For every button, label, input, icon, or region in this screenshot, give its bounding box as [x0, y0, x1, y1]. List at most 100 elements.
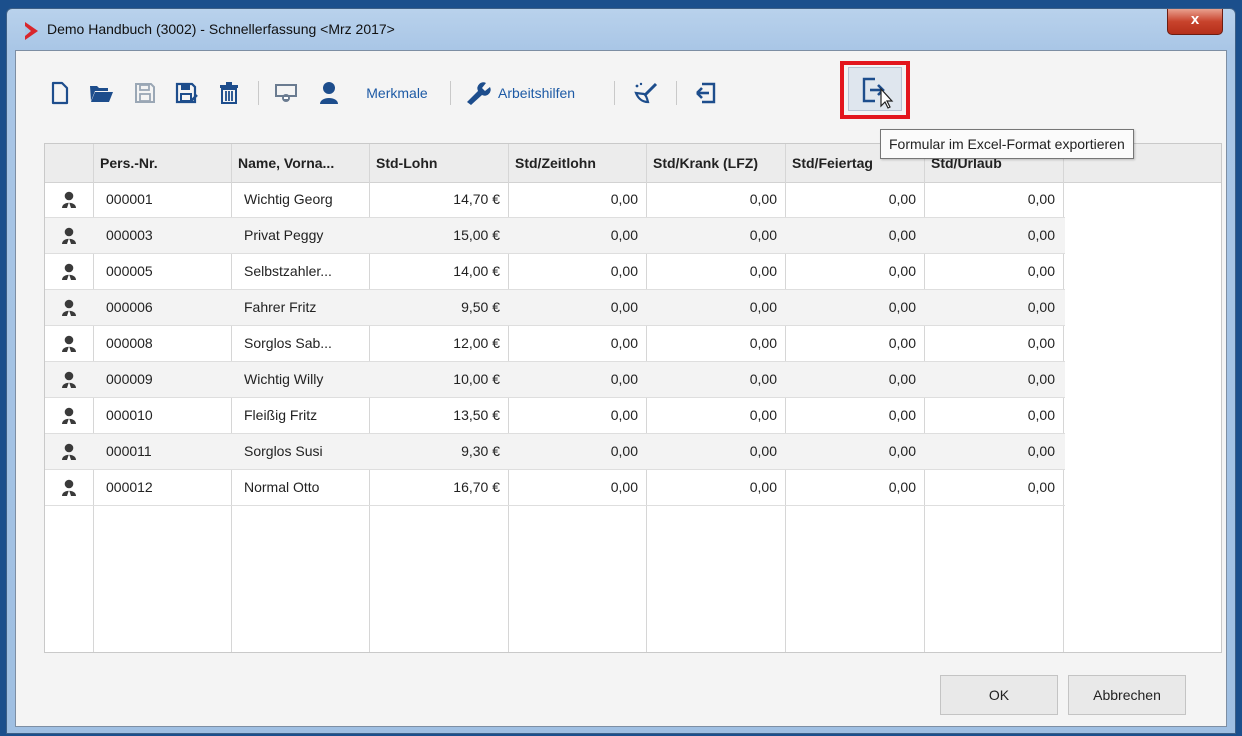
- cell-name[interactable]: Privat Peggy: [231, 218, 369, 253]
- column-header[interactable]: Std-Lohn: [369, 144, 508, 182]
- table-row[interactable]: 000003 Privat Peggy 15,00 €0,00 0,00 0,00 0,0…: [45, 218, 1065, 254]
- table-row[interactable]: 000008 Sorglos Sab... 12,00 €0,00 0,00 0,00 0…: [45, 326, 1065, 362]
- cell-lohn[interactable]: 16,70 €: [369, 470, 508, 505]
- cell-zeit[interactable]: 0,00: [508, 398, 646, 433]
- cell-feiertag[interactable]: 0,00: [785, 254, 924, 289]
- employee-table: Pers.-Nr. Name, Vorna... Std-Lohn Std/Zeitl…: [44, 143, 1222, 653]
- toolbar-separator: [450, 81, 451, 105]
- cell-urlaub[interactable]: 0,00: [924, 326, 1063, 361]
- title-bar[interactable]: Demo Handbuch (3002) - Schnellerfassung …: [7, 9, 1235, 49]
- cell-zeit[interactable]: 0,00: [508, 362, 646, 397]
- cell-krank[interactable]: 0,00: [646, 398, 785, 433]
- cell-zeit[interactable]: 0,00: [508, 470, 646, 505]
- cell-name[interactable]: Wichtig Georg: [231, 182, 369, 217]
- cell-zeit[interactable]: 0,00: [508, 434, 646, 469]
- cell-feiertag[interactable]: 0,00: [785, 470, 924, 505]
- cell-zeit[interactable]: 0,00: [508, 290, 646, 325]
- cell-zeit[interactable]: 0,00: [508, 182, 646, 217]
- cell-nr[interactable]: 000005: [93, 254, 231, 289]
- cell-krank[interactable]: 0,00: [646, 434, 785, 469]
- cell-nr[interactable]: 000010: [93, 398, 231, 433]
- cell-urlaub[interactable]: 0,00: [924, 470, 1063, 505]
- cell-lohn[interactable]: 12,00 €: [369, 326, 508, 361]
- cell-krank[interactable]: 0,00: [646, 362, 785, 397]
- close-button[interactable]: x: [1167, 9, 1223, 35]
- cell-lohn[interactable]: 9,50 €: [369, 290, 508, 325]
- cell-name[interactable]: Normal Otto: [231, 470, 369, 505]
- cell-zeit[interactable]: 0,00: [508, 218, 646, 253]
- cell-feiertag[interactable]: 0,00: [785, 398, 924, 433]
- cell-krank[interactable]: 0,00: [646, 218, 785, 253]
- cell-zeit[interactable]: 0,00: [508, 254, 646, 289]
- table-row[interactable]: 000009 Wichtig Willy 10,00 €0,00 0,00 0,00 0,…: [45, 362, 1065, 398]
- cell-lohn[interactable]: 9,30 €: [369, 434, 508, 469]
- cell-zeit[interactable]: 0,00: [508, 326, 646, 361]
- cell-nr[interactable]: 000011: [93, 434, 231, 469]
- employee-icon: [45, 470, 93, 505]
- cell-name[interactable]: Selbstzahler...: [231, 254, 369, 289]
- cell-urlaub[interactable]: 0,00: [924, 398, 1063, 433]
- column-header[interactable]: Name, Vorna...: [231, 144, 369, 182]
- cell-feiertag[interactable]: 0,00: [785, 290, 924, 325]
- table-row[interactable]: 000010 Fleißig Fritz 13,50 €0,00 0,00 0,00 0,…: [45, 398, 1065, 434]
- column-header[interactable]: Std/Krank (LFZ): [646, 144, 785, 182]
- delete-button[interactable]: [214, 79, 244, 107]
- column-header[interactable]: [45, 144, 93, 182]
- new-document-button[interactable]: [46, 79, 74, 107]
- column-header[interactable]: Std/Zeitlohn: [508, 144, 646, 182]
- cell-krank[interactable]: 0,00: [646, 182, 785, 217]
- table-row[interactable]: 000012 Normal Otto 16,70 €0,00 0,00 0,00 0,00: [45, 470, 1065, 506]
- cell-lohn[interactable]: 15,00 €: [369, 218, 508, 253]
- merkmale-button[interactable]: Merkmale: [356, 79, 438, 107]
- dialog-client-area: Merkmale Arbeitshilfen Formular im Excel…: [15, 50, 1227, 727]
- cell-urlaub[interactable]: 0,00: [924, 254, 1063, 289]
- employee-icon: [45, 326, 93, 361]
- cell-feiertag[interactable]: 0,00: [785, 218, 924, 253]
- cell-name[interactable]: Sorglos Sab...: [231, 326, 369, 361]
- cell-name[interactable]: Wichtig Willy: [231, 362, 369, 397]
- cell-nr[interactable]: 000008: [93, 326, 231, 361]
- cell-feiertag[interactable]: 0,00: [785, 434, 924, 469]
- table-row[interactable]: 000001 Wichtig Georg 14,70 €0,00 0,00 0,00 0,…: [45, 182, 1065, 218]
- cell-feiertag[interactable]: 0,00: [785, 326, 924, 361]
- cell-krank[interactable]: 0,00: [646, 290, 785, 325]
- cell-name[interactable]: Fahrer Fritz: [231, 290, 369, 325]
- clean-button[interactable]: [626, 79, 666, 107]
- cell-urlaub[interactable]: 0,00: [924, 362, 1063, 397]
- import-button[interactable]: [688, 79, 724, 107]
- arbeitshilfen-button[interactable]: Arbeitshilfen: [464, 79, 600, 107]
- cell-name[interactable]: Sorglos Susi: [231, 434, 369, 469]
- cell-feiertag[interactable]: 0,00: [785, 362, 924, 397]
- cell-urlaub[interactable]: 0,00: [924, 290, 1063, 325]
- cell-urlaub[interactable]: 0,00: [924, 434, 1063, 469]
- cell-krank[interactable]: 0,00: [646, 470, 785, 505]
- cell-nr[interactable]: 000001: [93, 182, 231, 217]
- column-header[interactable]: Pers.-Nr.: [93, 144, 231, 182]
- brush-icon: [634, 82, 658, 104]
- cancel-button[interactable]: Abbrechen: [1068, 675, 1186, 715]
- cell-nr[interactable]: 000012: [93, 470, 231, 505]
- table-row[interactable]: 000005 Selbstzahler... 14,00 €0,00 0,00 0,00…: [45, 254, 1065, 290]
- cell-lohn[interactable]: 14,70 €: [369, 182, 508, 217]
- open-folder-button[interactable]: [84, 79, 118, 107]
- cell-krank[interactable]: 0,00: [646, 326, 785, 361]
- table-row[interactable]: 000011 Sorglos Susi 9,30 €0,00 0,00 0,00 0,00: [45, 434, 1065, 470]
- table-row[interactable]: 000006 Fahrer Fritz 9,50 €0,00 0,00 0,00 0,00: [45, 290, 1065, 326]
- cell-nr[interactable]: 000003: [93, 218, 231, 253]
- cell-lohn[interactable]: 14,00 €: [369, 254, 508, 289]
- cell-lohn[interactable]: 10,00 €: [369, 362, 508, 397]
- save-button[interactable]: [130, 79, 160, 107]
- save-as-button[interactable]: [172, 79, 202, 107]
- cell-urlaub[interactable]: 0,00: [924, 218, 1063, 253]
- cell-nr[interactable]: 000009: [93, 362, 231, 397]
- employee-button[interactable]: [314, 79, 344, 107]
- display-button[interactable]: [270, 79, 302, 107]
- cell-krank[interactable]: 0,00: [646, 254, 785, 289]
- cell-urlaub[interactable]: 0,00: [924, 182, 1063, 217]
- ok-button[interactable]: OK: [940, 675, 1058, 715]
- cell-name[interactable]: Fleißig Fritz: [231, 398, 369, 433]
- cell-nr[interactable]: 000006: [93, 290, 231, 325]
- arbeitshilfen-label: Arbeitshilfen: [498, 85, 576, 101]
- cell-lohn[interactable]: 13,50 €: [369, 398, 508, 433]
- cell-feiertag[interactable]: 0,00: [785, 182, 924, 217]
